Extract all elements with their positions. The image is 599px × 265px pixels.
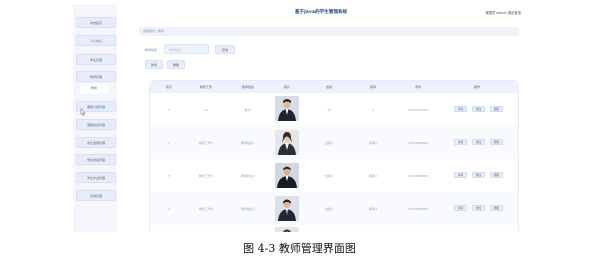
teacher-photo — [275, 196, 299, 221]
delete-button[interactable]: 删除 — [167, 60, 185, 69]
app-title: 基于Java的学生管理系统 — [294, 10, 348, 15]
cell-phone: 13823888883 — [407, 174, 429, 178]
cell-title: 职称3 — [369, 174, 377, 178]
row-delete-button[interactable]: 删除 — [490, 139, 503, 145]
cell-teacher-id: 教师工号4 — [199, 207, 213, 211]
cell-teacher-name: 教11 — [244, 108, 252, 112]
teacher-photo — [275, 96, 299, 121]
column-header-phone: 手机 — [414, 85, 421, 89]
row-delete-button[interactable]: 删除 — [490, 172, 503, 178]
cell-teacher-id: 教师工号2 — [199, 141, 213, 145]
sidebar-item-home[interactable]: 系统首页 — [76, 17, 116, 28]
figure-caption: 图 4-3 教师管理界面图 — [243, 242, 356, 255]
cell-title: 职称2 — [369, 141, 377, 145]
cell-phone: 13334780567 — [407, 108, 429, 112]
column-header-name: 教师姓名 — [241, 85, 254, 89]
table-row: 1 22 教11 11 2 13334780567 详情 修改 删除 — [150, 93, 518, 126]
cell-gender: 性别3 — [325, 174, 333, 178]
sidebar-item-profile[interactable]: 个人中心 — [76, 35, 116, 46]
cell-teacher-name: 教师姓名2 — [241, 141, 255, 145]
cell-teacher-id: 22 — [204, 108, 208, 112]
sidebar-item-teachers[interactable]: 教师管理 — [76, 71, 116, 82]
column-header-photo: 照片 — [283, 85, 290, 89]
sidebar-item-students[interactable]: 学生管理 — [76, 54, 116, 65]
sidebar-subitem-teacher[interactable]: 教师 — [80, 84, 108, 93]
detail-button[interactable]: 详情 — [454, 106, 467, 112]
column-header-index: 索引 — [165, 85, 172, 89]
breadcrumb-separator: / — [155, 29, 157, 33]
detail-button[interactable]: 详情 — [454, 139, 467, 145]
cell-index: 3 — [168, 174, 170, 178]
cell-phone: 13823888882 — [407, 141, 429, 145]
column-header-gender: 性别 — [325, 85, 332, 89]
cell-index: 4 — [168, 207, 170, 211]
column-header-id: 教师工号 — [199, 85, 212, 89]
search-label: 教师姓名 — [145, 48, 158, 52]
sidebar-item-system[interactable]: 系统管理 — [76, 190, 116, 201]
cell-teacher-id: 教师工号3 — [199, 174, 213, 178]
table-row: 3 教师工号3 教师姓名3 性别3 职称3 13823888883 详情 修改 … — [150, 159, 518, 192]
teacher-photo — [275, 163, 299, 188]
edit-button[interactable]: 修改 — [472, 106, 485, 112]
add-button[interactable]: 新增 — [145, 60, 163, 69]
column-header-title: 职称 — [369, 85, 376, 89]
row-delete-button[interactable]: 删除 — [490, 205, 503, 211]
username: 管理员 admin — [485, 11, 507, 15]
detail-button[interactable]: 详情 — [454, 205, 467, 211]
breadcrumb-home[interactable]: 系统首页 — [143, 29, 155, 33]
edit-button[interactable]: 修改 — [472, 172, 485, 178]
table-row: 4 教师工号4 教师姓名4 性别4 职称4 13823888884 详情 修改 … — [150, 192, 518, 225]
teacher-table: 索引 教师工号 教师姓名 照片 性别 职称 手机 操作 1 22 教11 11 … — [149, 80, 519, 232]
cell-gender: 性别4 — [325, 207, 333, 211]
edit-button[interactable]: 修改 — [472, 139, 485, 145]
cell-index: 2 — [168, 141, 170, 145]
row-delete-button[interactable]: 删除 — [490, 106, 503, 112]
sidebar-item-grades[interactable]: 学生成绩管理 — [76, 154, 116, 165]
breadcrumb-current: 教师 — [157, 29, 164, 33]
sidebar: 系统首页 个人中心 学生管理 教师管理 教师 课程分类管理 课程信息管理 学生选… — [73, 4, 117, 232]
sidebar-item-homework[interactable]: 学生作业管理 — [76, 172, 116, 183]
sidebar-item-course-info[interactable]: 课程信息管理 — [76, 119, 116, 130]
cell-title: 2 — [372, 108, 374, 112]
main-content: 系统首页 / 教师 教师姓名 教师姓名 查询 新增 删除 索引 教师工号 教师姓… — [117, 19, 525, 232]
column-header-actions: 操作 — [473, 85, 480, 89]
cell-phone: 13823888884 — [407, 207, 429, 211]
cell-title: 职称4 — [369, 207, 377, 211]
search-button[interactable]: 查询 — [215, 45, 235, 54]
detail-button[interactable]: 详情 — [454, 172, 467, 178]
app-screenshot: 系统首页 个人中心 学生管理 教师管理 教师 课程分类管理 课程信息管理 学生选… — [73, 4, 525, 232]
search-input[interactable]: 教师姓名 — [164, 44, 209, 54]
top-header: 基于Java的学生管理系统 管理员 admin 退出登录 — [117, 4, 525, 20]
cell-teacher-name: 教师姓名4 — [241, 207, 255, 211]
pointer-cursor-icon — [80, 108, 86, 116]
breadcrumb: 系统首页 / 教师 — [139, 27, 519, 36]
teacher-photo — [275, 130, 299, 155]
table-header: 索引 教师工号 教师姓名 照片 性别 职称 手机 操作 — [150, 81, 518, 93]
cell-gender: 性别2 — [325, 141, 333, 145]
cell-index: 1 — [168, 108, 170, 112]
cell-teacher-name: 教师姓名3 — [241, 174, 255, 178]
sidebar-item-course-selection[interactable]: 学生选课管理 — [76, 137, 116, 148]
logout-link[interactable]: 退出登录 — [508, 11, 521, 15]
table-row: 2 教师工号2 教师姓名2 性别2 职称2 13823888882 详情 修改 … — [150, 126, 518, 159]
cell-gender: 11 — [327, 108, 331, 112]
user-info: 管理员 admin 退出登录 — [485, 10, 521, 15]
teacher-photo-partial — [275, 227, 299, 232]
edit-button[interactable]: 修改 — [472, 205, 485, 211]
